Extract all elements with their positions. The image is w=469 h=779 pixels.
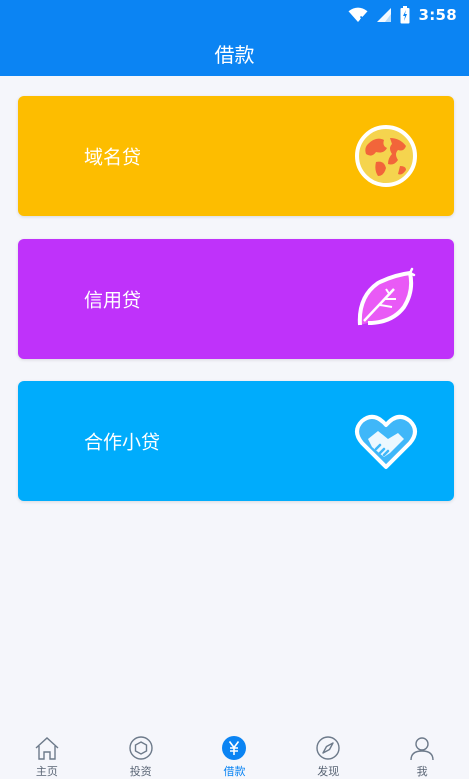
loan-card-credit[interactable]: 信用贷 bbox=[18, 239, 454, 359]
tab-me[interactable]: 我 bbox=[375, 729, 469, 779]
invest-icon bbox=[128, 736, 153, 760]
yen-icon bbox=[222, 736, 247, 760]
loan-card-domain[interactable]: 域名贷 bbox=[18, 96, 454, 216]
bottom-tab-bar: 主页 投资 借款 发现 我 bbox=[0, 729, 469, 779]
home-icon bbox=[35, 737, 59, 760]
signal-icon bbox=[377, 8, 392, 22]
wifi-icon bbox=[348, 7, 368, 22]
tab-label: 我 bbox=[416, 765, 428, 778]
loan-card-label: 合作小贷 bbox=[84, 431, 161, 454]
user-icon bbox=[410, 737, 434, 761]
status-icons: 3:58 bbox=[348, 5, 457, 25]
globe-icon bbox=[355, 125, 417, 187]
tab-label: 投资 bbox=[129, 765, 152, 778]
status-time: 3:58 bbox=[418, 6, 457, 24]
status-bar: 3:58 bbox=[0, 0, 469, 30]
tab-label: 发现 bbox=[317, 765, 340, 778]
leaf-icon bbox=[357, 267, 416, 326]
tab-discover[interactable]: 发现 bbox=[281, 729, 375, 779]
tab-loan[interactable]: 借款 bbox=[188, 729, 282, 779]
tab-home[interactable]: 主页 bbox=[0, 729, 94, 779]
page-title: 借款 bbox=[214, 42, 255, 67]
tab-label: 主页 bbox=[35, 765, 58, 778]
tab-invest[interactable]: 投资 bbox=[94, 729, 188, 779]
loan-card-label: 信用贷 bbox=[84, 289, 142, 312]
loan-card-partner[interactable]: 合作小贷 bbox=[18, 381, 454, 501]
battery-icon bbox=[400, 6, 410, 24]
handshake-heart-icon bbox=[355, 414, 417, 469]
tab-label: 借款 bbox=[223, 765, 246, 778]
loan-card-label: 域名贷 bbox=[84, 146, 142, 169]
compass-icon bbox=[316, 736, 340, 760]
app-bar: 借款 bbox=[0, 30, 469, 76]
